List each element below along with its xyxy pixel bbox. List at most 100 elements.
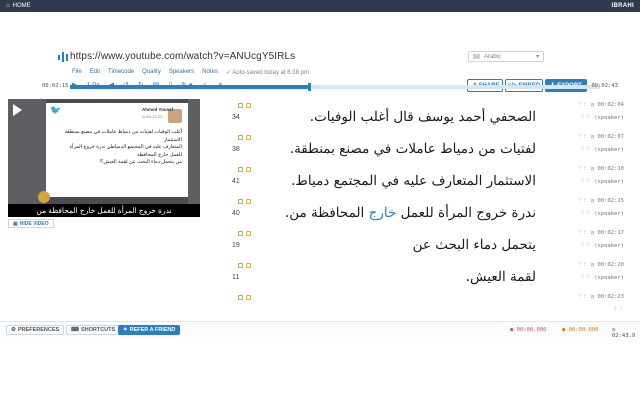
segment-speaker[interactable]: ⋮⋮ [577,307,624,313]
play-icon[interactable] [13,104,22,116]
menu-quality[interactable]: Quality [142,69,161,76]
check-icon[interactable] [238,231,243,236]
home-label: HOME [12,3,31,9]
confidence-number: 41 [232,178,240,185]
menu-file[interactable]: File [72,69,82,76]
audio-wave-icon [58,52,68,62]
language-select[interactable]: Arabic ▾ [468,51,544,62]
home-icon: ⌂ [6,3,10,9]
edit-time-value: 00:00.000 [568,327,599,333]
segment-meta: ⋮⋮ ◷ 00:02:10 ⋮⋮ (speaker) [577,166,624,185]
comment-icon[interactable] [246,295,251,300]
timeline-fill [70,85,309,89]
segment-text[interactable]: لقمة العيش. [466,269,536,285]
speaker-label: (speaker) [594,115,624,121]
segment-speaker[interactable]: ⋮⋮ (speaker) [577,243,624,249]
segment-text-main: الاستثمار المتعارف عليه في المجتمع دمياط… [291,173,536,189]
segment-meta: ⋮⋮ ◷ 00:02:20 ⋮⋮ (speaker) [577,262,624,281]
segment-text[interactable]: ندرة خروج المرأة للعمل خارج المحافظة من. [285,205,536,221]
segment-timestamp[interactable]: ⋮⋮ ◷ 00:02:10 [577,166,624,172]
tweet-line: من يتحمل دماء البحث عن لقمة العيش؟! [99,159,182,165]
segment-speaker[interactable]: ⋮⋮ (speaker) [577,211,624,217]
home-link[interactable]: ⌂ HOME [6,3,31,9]
refer-friend-button[interactable]: ✦ REFER A FRIEND [118,325,181,335]
segment-icons [238,103,251,108]
comment-icon[interactable] [246,263,251,268]
menu-notes[interactable]: Notes [202,69,218,76]
comment-icon[interactable] [246,199,251,204]
menu-edit[interactable]: Edit [90,69,100,76]
comment-icon[interactable] [246,103,251,108]
segment-icons [238,167,251,172]
confidence-number: 19 [232,242,240,249]
check-icon[interactable] [238,167,243,172]
check-icon[interactable] [238,199,243,204]
timeline: 00:02:15 00:02:43 [40,83,618,91]
segment-meta: ⋮⋮ ◷ 00:02:07 ⋮⋮ (speaker) [577,134,624,153]
segment-text-highlight: خارج [368,205,397,221]
segment-speaker[interactable]: ⋮⋮ (speaker) [577,179,624,185]
video-player[interactable]: 🐦 Ahmed Yousef 2015-12-29 أغلب الوفيات ل… [8,99,200,217]
timeline-handle[interactable] [307,83,311,91]
transcript-segment[interactable]: 11 لقمة العيش. ⋮⋮ ◷ 00:02:20 ⋮⋮ (speaker) [228,256,632,288]
confidence-number: 40 [232,210,240,217]
transcript-segment[interactable]: 19 يتحمل دماء البحث عن ⋮⋮ ◷ 00:02:17 ⋮⋮ (sp… [228,224,632,256]
check-icon[interactable] [238,263,243,268]
user-menu[interactable]: IBRAHI [612,3,634,9]
segment-time: 00:02:15 [597,198,625,204]
autosave-text: Auto-saved today at 6:38 pm [232,70,309,76]
transcript-segment[interactable]: 38 لفتيات من دمياط عاملات في مصنع بمنطقة.… [228,128,632,160]
check-icon[interactable] [238,295,243,300]
segment-timestamp[interactable]: ⋮⋮ ◷ 00:02:17 [577,230,624,236]
channel-logo [38,191,50,203]
tweet-card: 🐦 Ahmed Yousef 2015-12-29 أغلب الوفيات ل… [46,103,188,197]
menu-speakers[interactable]: Speakers [169,69,194,76]
timeline-track[interactable] [70,83,600,91]
comment-icon[interactable] [246,167,251,172]
segment-text[interactable]: يتحمل دماء البحث عن [413,237,536,253]
preferences-button[interactable]: ⚙ PREFERENCES [6,325,65,335]
confidence-number: 11 [232,274,240,281]
transcript-segment[interactable]: 34 الصحفي أحمد يوسف قال أغلب الوفيات. ⋮⋮ ◷… [228,96,632,128]
segment-timestamp[interactable]: ⋮⋮ ◷ 00:02:20 [577,262,624,268]
segment-text[interactable]: الاستثمار المتعارف عليه في المجتمع دمياط… [291,173,536,189]
segment-speaker[interactable]: ⋮⋮ (speaker) [577,275,624,281]
segment-timestamp[interactable]: ⋮⋮ ◷ 00:02:04 [577,102,624,108]
shortcuts-button[interactable]: ⌨ SHORTCUTS [66,325,121,335]
confidence-number: 34 [232,114,240,121]
tweet-author: Ahmed Yousef [142,107,174,112]
comment-icon[interactable] [246,135,251,140]
transcript-segment[interactable]: 40 ندرة خروج المرأة للعمل خارج المحافظة م… [228,192,632,224]
menu-timecode[interactable]: Timecode [108,69,134,76]
transcript-segment[interactable]: ⋮⋮ ◷ 00:02:23 ⋮⋮ [228,288,632,320]
segment-meta: ⋮⋮ ◷ 00:02:23 ⋮⋮ [577,294,624,313]
tweet-line: المتعارف عليه في المجتمع الدمياطي ندرة خ… [69,144,182,150]
video-caption: ندرة خروج المرأة للعمل خارج المحافظة من [8,204,200,217]
speaker-label: (speaker) [594,211,624,217]
media-url[interactable]: https://www.youtube.com/watch?v=ANUcgY5I… [70,51,295,62]
segment-timestamp[interactable]: ⋮⋮ ◷ 00:02:15 [577,198,624,204]
speaker-label: (speaker) [594,243,624,249]
transcript-segment[interactable]: 41 الاستثمار المتعارف عليه في المجتمع دمي… [228,160,632,192]
segment-speaker[interactable]: ⋮⋮ (speaker) [577,147,624,153]
language-label: Arabic [484,53,502,60]
hide-video-label: HIDE VIDEO [19,220,49,227]
segment-time: 00:02:04 [597,102,625,108]
segment-text[interactable]: لفتيات من دمياط عاملات في مصنع بمنطقة. [290,141,536,157]
check-icon[interactable] [238,135,243,140]
top-nav-bar: ⌂ HOME IBRAHI [0,0,640,12]
edit-time: ● 00:00.000 [562,327,599,333]
hide-video-button[interactable]: ▣ HIDE VIDEO [8,219,54,228]
total-time: ◷ 02:43.9 [612,327,636,339]
comment-icon[interactable] [246,231,251,236]
speaker-label: (speaker) [594,147,624,153]
segment-time: 00:02:20 [597,262,625,268]
preferences-label: PREFERENCES [17,327,60,333]
check-icon[interactable] [238,103,243,108]
gift-icon: ✦ [123,327,128,333]
segment-timestamp[interactable]: ⋮⋮ ◷ 00:02:23 [577,294,624,300]
segment-speaker[interactable]: ⋮⋮ (speaker) [577,115,624,121]
segment-text[interactable]: الصحفي أحمد يوسف قال أغلب الوفيات. [310,109,536,125]
segment-text-rest: المحافظة من. [284,205,369,221]
segment-timestamp[interactable]: ⋮⋮ ◷ 00:02:07 [577,134,624,140]
